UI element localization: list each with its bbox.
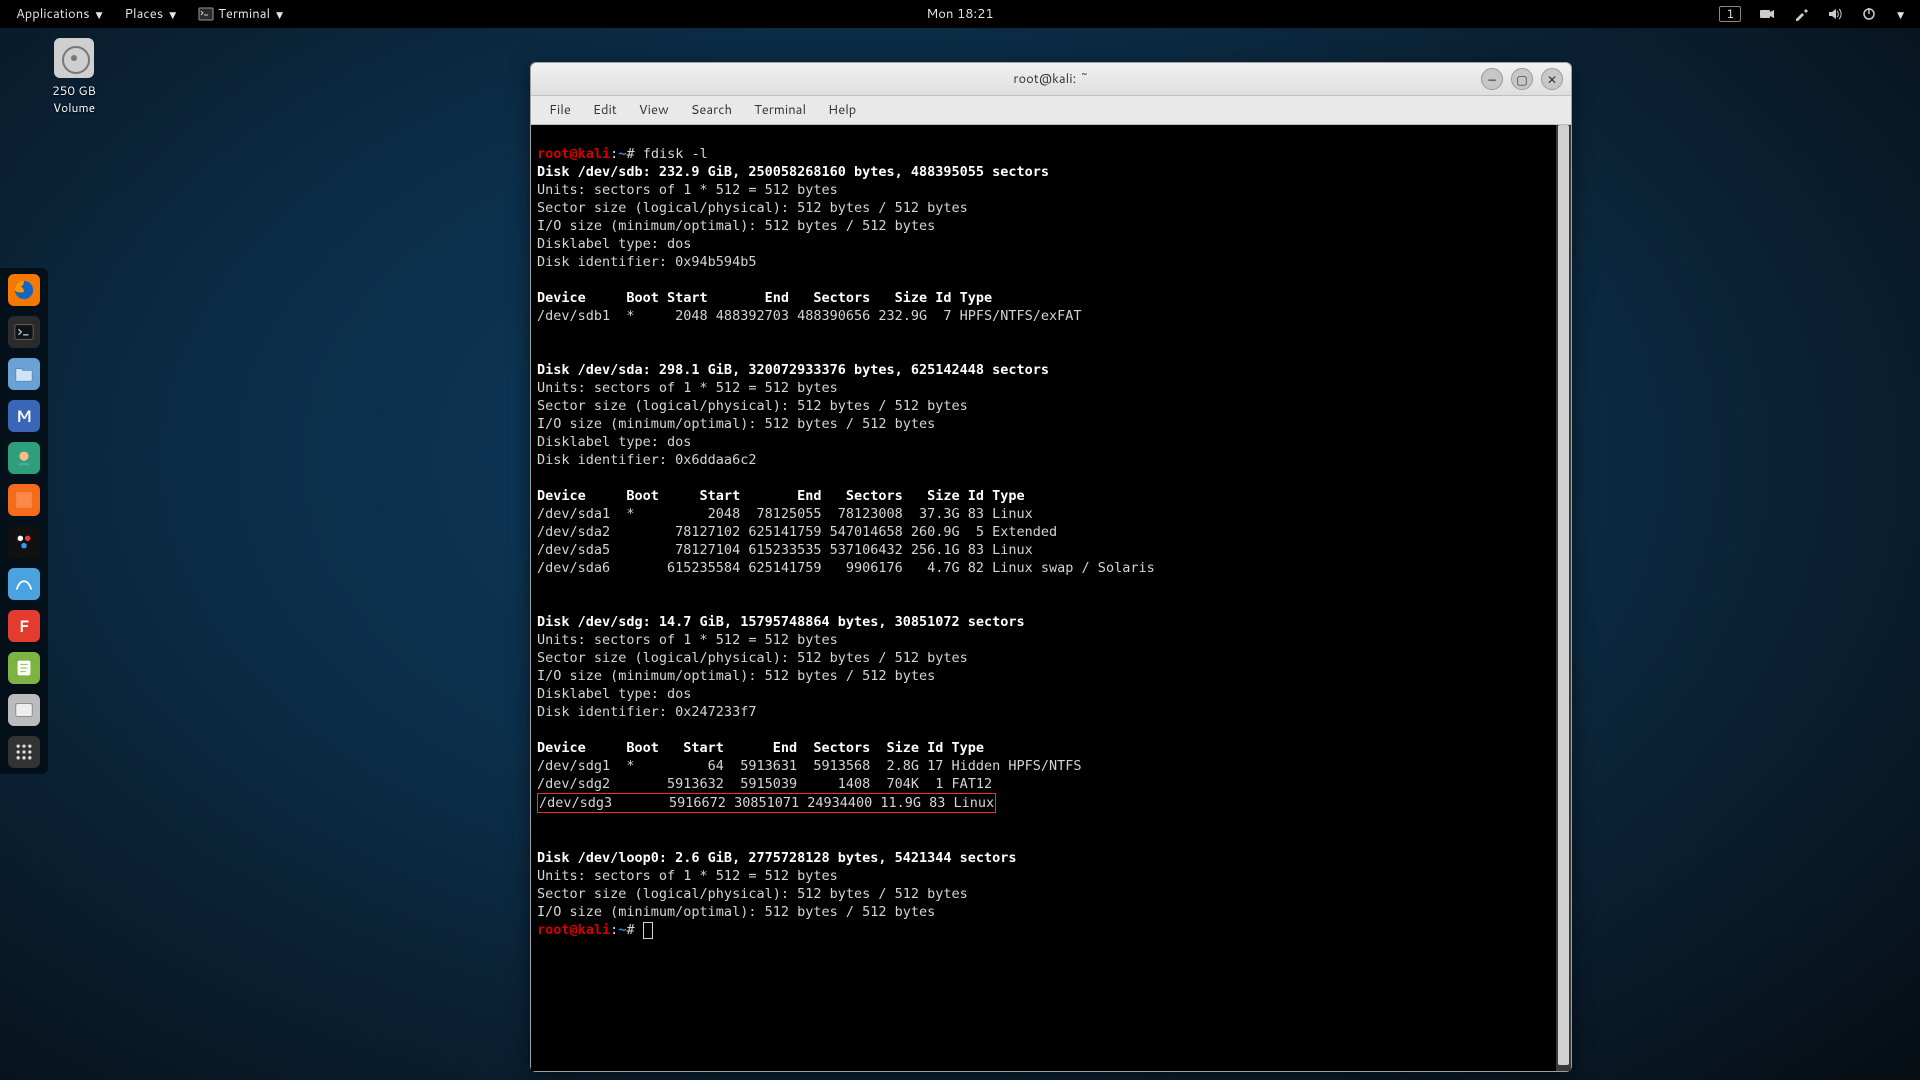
- disk-sdg-header: Disk /dev/sdg: 14.7 GiB, 15795748864 byt…: [537, 614, 1025, 630]
- prompt-user: root@kali: [537, 146, 610, 162]
- zenmap-launcher[interactable]: [8, 526, 40, 558]
- terminal-icon: [198, 6, 214, 22]
- output-line: Sector size (logical/physical): 512 byte…: [537, 200, 968, 216]
- faraday-launcher[interactable]: F: [8, 610, 40, 642]
- partition-row: /dev/sdb1 * 2048 488392703 488390656 232…: [537, 308, 1082, 324]
- output-line: Disk identifier: 0x247233f7: [537, 704, 756, 720]
- output-line: I/O size (minimum/optimal): 512 bytes / …: [537, 218, 935, 234]
- partition-header: Device Boot Start End Sectors Size Id Ty…: [537, 740, 984, 756]
- menu-file[interactable]: File: [539, 98, 581, 122]
- applications-label: Applications: [16, 5, 90, 23]
- partition-row: /dev/sda2 78127102 625141759 547014658 2…: [537, 524, 1057, 540]
- output-line: Units: sectors of 1 * 512 = 512 bytes: [537, 632, 838, 648]
- partition-row: /dev/sda1 * 2048 78125055 78123008 37.3G…: [537, 506, 1033, 522]
- desktop-drive-icon[interactable]: 250 GB Volume: [34, 38, 114, 116]
- partition-row: /dev/sda5 78127104 615233535 537106432 2…: [537, 542, 1033, 558]
- menu-terminal[interactable]: Terminal: [744, 98, 816, 122]
- desktop-background: Applications ▼ Places ▼ Terminal ▼ Mon 18:2…: [0, 0, 1920, 1080]
- armitage-launcher[interactable]: [8, 442, 40, 474]
- power-icon[interactable]: [1861, 6, 1877, 22]
- volume-icon[interactable]: [1827, 6, 1843, 22]
- harddrive-icon: [54, 38, 94, 78]
- disk-sdb-header: Disk /dev/sdb: 232.9 GiB, 250058268160 b…: [537, 164, 1049, 180]
- metasploit-launcher[interactable]: M: [8, 400, 40, 432]
- wireshark-launcher[interactable]: [8, 568, 40, 600]
- output-line: Sector size (logical/physical): 512 byte…: [537, 886, 968, 902]
- dock: M F: [0, 268, 48, 774]
- recorder-icon[interactable]: [1759, 6, 1775, 22]
- chevron-down-icon[interactable]: ▼: [1897, 8, 1904, 21]
- terminal-window: root@kali: ~ − ▢ ✕ File Edit View Search…: [530, 62, 1572, 1072]
- clock[interactable]: Mon 18:21: [926, 5, 993, 23]
- chevron-down-icon: ▼: [169, 8, 176, 21]
- chevron-down-icon: ▼: [276, 8, 283, 21]
- places-menu[interactable]: Places ▼: [125, 5, 177, 23]
- partition-row: /dev/sda6 615235584 625141759 9906176 4.…: [537, 560, 1155, 576]
- burpsuite-launcher[interactable]: [8, 484, 40, 516]
- color-picker-icon[interactable]: [1793, 6, 1809, 22]
- menu-help[interactable]: Help: [818, 98, 866, 122]
- output-line: Disklabel type: dos: [537, 236, 691, 252]
- output-line: Disk identifier: 0x6ddaa6c2: [537, 452, 756, 468]
- disk-loop-header: Disk /dev/loop0: 2.6 GiB, 2775728128 byt…: [537, 850, 1017, 866]
- output-line: Units: sectors of 1 * 512 = 512 bytes: [537, 380, 838, 396]
- scrollbar-thumb[interactable]: [1558, 125, 1569, 1065]
- output-line: Disklabel type: dos: [537, 686, 691, 702]
- firefox-launcher[interactable]: [8, 274, 40, 306]
- drive-label: 250 GB Volume: [34, 82, 114, 116]
- prompt-user: root@kali: [537, 922, 610, 938]
- maximize-button[interactable]: ▢: [1511, 68, 1533, 90]
- files-launcher[interactable]: [8, 358, 40, 390]
- partition-header: Device Boot Start End Sectors Size Id Ty…: [537, 488, 1025, 504]
- close-button[interactable]: ✕: [1541, 68, 1563, 90]
- output-line: I/O size (minimum/optimal): 512 bytes / …: [537, 668, 935, 684]
- xterm-launcher[interactable]: [8, 694, 40, 726]
- partition-row-highlighted: /dev/sdg3 5916672 30851071 24934400 11.9…: [537, 793, 996, 813]
- output-line: Disk identifier: 0x94b594b5: [537, 254, 756, 270]
- partition-row: /dev/sdg1 * 64 5913631 5913568 2.8G 17 H…: [537, 758, 1082, 774]
- menu-view[interactable]: View: [629, 98, 679, 122]
- terminal-viewport[interactable]: root@kali:~# fdisk -l Disk /dev/sdb: 232…: [531, 125, 1571, 1071]
- minimize-button[interactable]: −: [1481, 68, 1503, 90]
- window-title: root@kali: ~: [1013, 70, 1088, 88]
- clock-label: Mon 18:21: [926, 5, 993, 23]
- terminal-cursor: [643, 922, 653, 939]
- prompt-cmd: fdisk -l: [643, 146, 708, 162]
- terminal-indicator[interactable]: Terminal ▼: [198, 5, 283, 23]
- terminal-scrollbar[interactable]: [1556, 125, 1571, 1071]
- workspace-indicator[interactable]: 1: [1719, 6, 1741, 22]
- chevron-down-icon: ▼: [96, 8, 103, 21]
- output-line: Sector size (logical/physical): 512 byte…: [537, 650, 968, 666]
- terminal-indicator-label: Terminal: [218, 5, 270, 23]
- partition-row: /dev/sdg2 5913632 5915039 1408 704K 1 FA…: [537, 776, 992, 792]
- applications-menu[interactable]: Applications ▼: [16, 5, 103, 23]
- disk-sda-header: Disk /dev/sda: 298.1 GiB, 320072933376 b…: [537, 362, 1049, 378]
- window-titlebar[interactable]: root@kali: ~ − ▢ ✕: [531, 63, 1571, 96]
- output-line: Units: sectors of 1 * 512 = 512 bytes: [537, 868, 838, 884]
- partition-header: Device Boot Start End Sectors Size Id Ty…: [537, 290, 992, 306]
- menu-edit[interactable]: Edit: [583, 98, 627, 122]
- menu-search[interactable]: Search: [681, 98, 742, 122]
- window-menubar: File Edit View Search Terminal Help: [531, 96, 1571, 125]
- output-line: I/O size (minimum/optimal): 512 bytes / …: [537, 904, 935, 920]
- output-line: Sector size (logical/physical): 512 byte…: [537, 398, 968, 414]
- terminal-launcher[interactable]: [8, 316, 40, 348]
- top-panel: Applications ▼ Places ▼ Terminal ▼ Mon 18:2…: [0, 0, 1920, 28]
- output-line: Disklabel type: dos: [537, 434, 691, 450]
- places-label: Places: [125, 5, 164, 23]
- leafpad-launcher[interactable]: [8, 652, 40, 684]
- output-line: Units: sectors of 1 * 512 = 512 bytes: [537, 182, 838, 198]
- output-line: I/O size (minimum/optimal): 512 bytes / …: [537, 416, 935, 432]
- show-apps-button[interactable]: [8, 736, 40, 768]
